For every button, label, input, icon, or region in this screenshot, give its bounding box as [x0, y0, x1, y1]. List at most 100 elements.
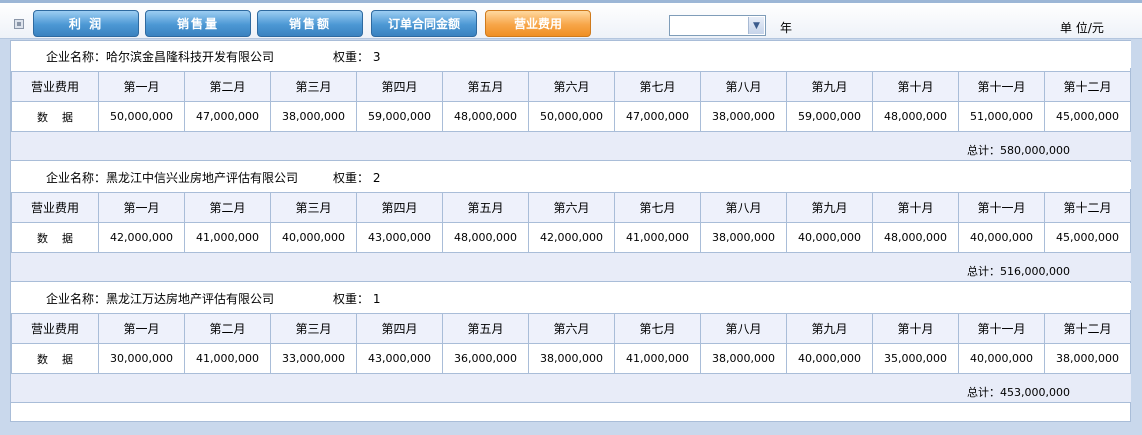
value-cell: 59,000,000 [356, 101, 443, 132]
value-cell: 50,000,000 [98, 101, 185, 132]
header-cell: 营业费用 [11, 192, 99, 223]
collapse-icon[interactable] [14, 19, 24, 29]
value-cell: 51,000,000 [958, 101, 1045, 132]
header-cell: 第九月 [786, 71, 873, 102]
header-cell: 第十一月 [958, 192, 1045, 223]
header-cell: 第四月 [356, 192, 443, 223]
total-value: 总计：580,000,000 [967, 144, 1070, 157]
year-select[interactable]: ▼ [669, 15, 766, 36]
value-cell: 45,000,000 [1044, 101, 1131, 132]
toolbar: 利 润 销售量 销售额 订单合同金额 营业费用 ▼ 年 单 位/元 [0, 3, 1142, 39]
unit-label: 单 位/元 [1060, 21, 1104, 35]
value-cell: 38,000,000 [700, 101, 787, 132]
header-cell: 第七月 [614, 192, 701, 223]
header-cell: 第十二月 [1044, 313, 1131, 344]
value-cell: 40,000,000 [786, 222, 873, 253]
chevron-down-icon[interactable]: ▼ [748, 17, 764, 34]
total-value: 总计：453,000,000 [967, 386, 1070, 399]
company-weight: 权重： 2 [333, 171, 381, 185]
value-cell: 43,000,000 [356, 343, 443, 374]
company-weight: 权重： 1 [333, 292, 381, 306]
header-cell: 第十二月 [1044, 192, 1131, 223]
header-cell: 第七月 [614, 313, 701, 344]
value-cell: 41,000,000 [614, 222, 701, 253]
expense-table: 营业费用 第一月 第二月 第三月 第四月 第五月 第六月 第七月 第八月 第九月… [11, 313, 1131, 374]
header-cell: 第七月 [614, 71, 701, 102]
total-row: 总计：580,000,000 [11, 131, 1131, 161]
table-row: 数 据 42,000,000 41,000,000 40,000,000 43,… [11, 222, 1131, 253]
value-cell: 50,000,000 [528, 101, 615, 132]
year-label: 年 [780, 21, 793, 35]
header-cell: 第五月 [442, 313, 529, 344]
header-cell: 第十二月 [1044, 71, 1131, 102]
value-cell: 38,000,000 [700, 343, 787, 374]
value-cell: 48,000,000 [442, 101, 529, 132]
header-cell: 第四月 [356, 71, 443, 102]
value-cell: 42,000,000 [98, 222, 185, 253]
tab-sales-volume[interactable]: 销售量 [145, 10, 251, 37]
header-cell: 第一月 [98, 192, 185, 223]
value-cell: 45,000,000 [1044, 222, 1131, 253]
month-header-row: 营业费用 第一月 第二月 第三月 第四月 第五月 第六月 第七月 第八月 第九月… [11, 71, 1131, 102]
value-cell: 43,000,000 [356, 222, 443, 253]
company-name: 企业名称：黑龙江中信兴业房地产评估有限公司 [46, 171, 299, 185]
value-cell: 40,000,000 [958, 222, 1045, 253]
tab-order-contract-amount[interactable]: 订单合同金额 [371, 10, 477, 37]
header-cell: 第四月 [356, 313, 443, 344]
header-cell: 第二月 [184, 192, 271, 223]
value-cell: 59,000,000 [786, 101, 873, 132]
tab-operating-expenses[interactable]: 营业费用 [485, 10, 591, 37]
value-cell: 41,000,000 [184, 222, 271, 253]
header-cell: 第五月 [442, 71, 529, 102]
header-cell: 第三月 [270, 71, 357, 102]
header-cell: 第八月 [700, 71, 787, 102]
value-cell: 30,000,000 [98, 343, 185, 374]
header-cell: 第十月 [872, 313, 959, 344]
header-cell: 第一月 [98, 71, 185, 102]
tab-sales-amount[interactable]: 销售额 [257, 10, 363, 37]
tab-profit[interactable]: 利 润 [33, 10, 139, 37]
row-label: 数 据 [11, 343, 99, 374]
header-cell: 第十月 [872, 192, 959, 223]
header-cell: 第三月 [270, 192, 357, 223]
row-label: 数 据 [11, 222, 99, 253]
header-cell: 营业费用 [11, 71, 99, 102]
value-cell: 41,000,000 [184, 343, 271, 374]
table-row: 数 据 30,000,000 41,000,000 33,000,000 43,… [11, 343, 1131, 374]
company-weight: 权重： 3 [333, 50, 381, 64]
header-cell: 第十一月 [958, 313, 1045, 344]
header-cell: 第十一月 [958, 71, 1045, 102]
total-value: 总计：516,000,000 [967, 265, 1070, 278]
header-cell: 第二月 [184, 71, 271, 102]
value-cell: 36,000,000 [442, 343, 529, 374]
header-cell: 第五月 [442, 192, 529, 223]
header-cell: 第八月 [700, 192, 787, 223]
table-row: 数 据 50,000,000 47,000,000 38,000,000 59,… [11, 101, 1131, 132]
value-cell: 40,000,000 [958, 343, 1045, 374]
company-header: 企业名称：黑龙江万达房地产评估有限公司 权重： 1 [11, 283, 1131, 310]
header-cell: 第三月 [270, 313, 357, 344]
total-row: 总计：453,000,000 [11, 373, 1131, 403]
header-cell: 第六月 [528, 192, 615, 223]
value-cell: 33,000,000 [270, 343, 357, 374]
value-cell: 38,000,000 [270, 101, 357, 132]
row-label: 数 据 [11, 101, 99, 132]
month-header-row: 营业费用 第一月 第二月 第三月 第四月 第五月 第六月 第七月 第八月 第九月… [11, 313, 1131, 344]
header-cell: 第八月 [700, 313, 787, 344]
month-header-row: 营业费用 第一月 第二月 第三月 第四月 第五月 第六月 第七月 第八月 第九月… [11, 192, 1131, 223]
expense-table: 营业费用 第一月 第二月 第三月 第四月 第五月 第六月 第七月 第八月 第九月… [11, 71, 1131, 132]
value-cell: 38,000,000 [528, 343, 615, 374]
value-cell: 41,000,000 [614, 343, 701, 374]
header-cell: 第六月 [528, 71, 615, 102]
value-cell: 48,000,000 [872, 222, 959, 253]
value-cell: 38,000,000 [1044, 343, 1131, 374]
value-cell: 38,000,000 [700, 222, 787, 253]
company-header: 企业名称：哈尔滨金昌隆科技开发有限公司 权重： 3 [11, 41, 1131, 68]
company-name: 企业名称：黑龙江万达房地产评估有限公司 [46, 292, 275, 306]
report-panel: 企业名称：哈尔滨金昌隆科技开发有限公司 权重： 3 营业费用 第一月 第二月 第… [10, 40, 1131, 422]
value-cell: 42,000,000 [528, 222, 615, 253]
header-cell: 第九月 [786, 313, 873, 344]
bottom-border [0, 422, 1142, 435]
header-cell: 第十月 [872, 71, 959, 102]
header-cell: 第九月 [786, 192, 873, 223]
